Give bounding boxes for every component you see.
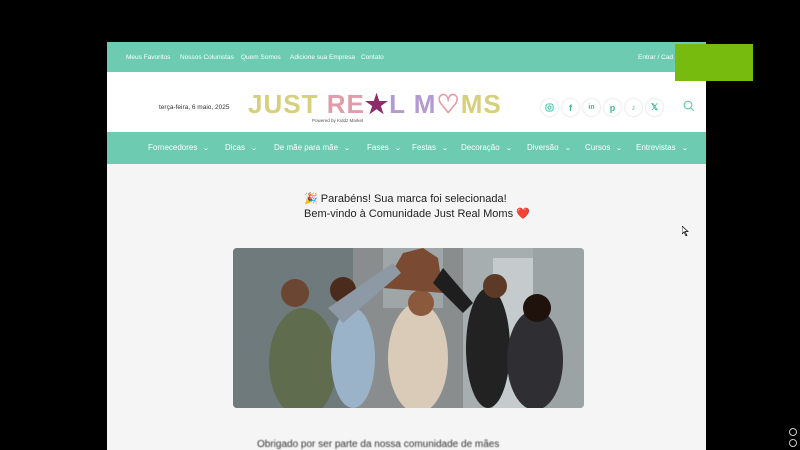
main-nav: Fornecedores ⌄ Dicas ⌄ De mãe para mãe ⌄ Fa…	[107, 132, 706, 164]
tiktok-icon[interactable]: ♪	[625, 99, 642, 116]
chevron-down-icon: ⌄	[441, 145, 449, 152]
topbar-link-colunistas[interactable]: Nossos Colunistas	[180, 42, 234, 74]
top-bar: Meus Favoritos Nossos Colunistas Quem So…	[107, 42, 706, 72]
instagram-icon[interactable]	[541, 99, 558, 116]
green-overlay-block	[675, 44, 753, 81]
topbar-link-quem-somos[interactable]: Quem Somos	[241, 42, 281, 74]
linkedin-icon[interactable]: in	[583, 99, 600, 116]
topbar-link-contato[interactable]: Contato	[361, 42, 384, 74]
chevron-down-icon: ⌄	[504, 145, 513, 152]
chevron-down-icon: ⌄	[250, 145, 258, 152]
nav-item-festas[interactable]: Festas ⌄	[412, 132, 449, 165]
bottom-blurred-text: Obrigado por ser parte da nossa comunida…	[257, 439, 500, 450]
nav-item-fornecedores[interactable]: Fornecedores ⌄	[148, 132, 211, 165]
site-logo[interactable]: JUST RE★L M♡MS	[248, 90, 502, 122]
headline-line-2: Bem-vindo à Comunidade Just Real Moms ❤️	[304, 208, 530, 220]
headline-line-1: 🎉 Parabéns! Sua marca foi selecionada!	[304, 193, 507, 205]
chevron-down-icon: ⌄	[202, 145, 211, 152]
chevron-down-icon: ⌄	[563, 145, 572, 152]
facebook-icon[interactable]: f	[562, 99, 579, 116]
chevron-down-icon: ⌄	[393, 145, 402, 152]
chevron-down-icon: ⌄	[680, 145, 689, 152]
hero-image	[233, 248, 584, 408]
topbar-login-link[interactable]: Entrar / Cad	[638, 42, 673, 74]
pinterest-icon[interactable]: p	[604, 99, 621, 116]
nav-item-dicas[interactable]: Dicas ⌄	[225, 132, 258, 165]
nav-item-diversao[interactable]: Diversão ⌄	[527, 132, 572, 165]
powered-by-text: Powered by Kiddz Market	[312, 118, 364, 123]
chevron-down-icon: ⌄	[615, 145, 624, 152]
mouse-cursor-icon	[681, 223, 690, 237]
topbar-link-favoritos[interactable]: Meus Favoritos	[126, 42, 170, 74]
nav-item-entrevistas[interactable]: Entrevistas ⌄	[636, 132, 689, 165]
nav-item-de-mae-para-mae[interactable]: De mãe para mãe ⌄	[274, 132, 351, 165]
website-page: Meus Favoritos Nossos Colunistas Quem So…	[107, 42, 706, 450]
nav-item-fases[interactable]: Fases ⌄	[367, 132, 402, 165]
chevron-down-icon: ⌄	[343, 145, 351, 152]
settings-icon[interactable]	[789, 428, 797, 436]
welcome-headline: 🎉 Parabéns! Sua marca foi selecionada! B…	[304, 192, 530, 222]
search-icon[interactable]	[683, 99, 695, 112]
topbar-link-adicione-empresa[interactable]: Adicione sua Empresa	[290, 42, 355, 74]
x-icon[interactable]: 𝕏	[646, 99, 663, 116]
nav-item-cursos[interactable]: Cursos ⌄	[585, 132, 624, 165]
nav-item-decoracao[interactable]: Decoração ⌄	[461, 132, 512, 165]
info-icon[interactable]	[789, 439, 797, 447]
current-date: terça-feira, 6 maio, 2025	[159, 104, 230, 111]
site-header: terça-feira, 6 maio, 2025 JUST RE★L M♡MS…	[107, 72, 706, 132]
